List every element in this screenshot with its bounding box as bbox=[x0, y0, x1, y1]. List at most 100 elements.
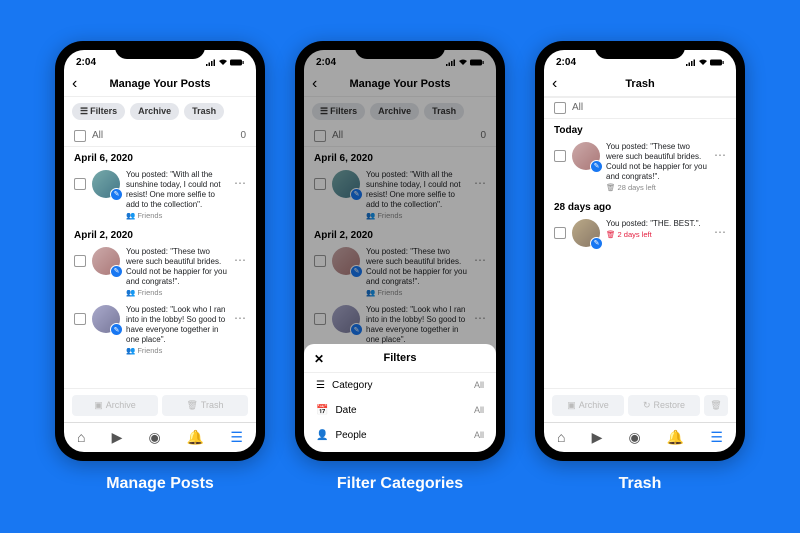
sheet-header: ✕ Filters bbox=[304, 344, 496, 373]
date-header: Today bbox=[544, 119, 736, 138]
action-bar: ▣Archive ↻Restore 🗑 bbox=[544, 388, 736, 422]
filter-value: All bbox=[474, 430, 484, 440]
post-text: You posted: "These two were such beautif… bbox=[606, 142, 708, 182]
filter-row-category[interactable]: ☰Category All bbox=[304, 373, 496, 398]
archive-button[interactable]: ▣Archive bbox=[552, 395, 624, 416]
nav-profile-icon[interactable]: ◉ bbox=[628, 429, 640, 446]
post-checkbox[interactable] bbox=[74, 178, 86, 190]
nav-home-icon[interactable]: ⌂ bbox=[77, 429, 85, 445]
phone-trash: 2:04 ‹ Trash All Today ✎ You posted: "Th… bbox=[535, 41, 745, 461]
date-header: April 6, 2020 bbox=[64, 147, 256, 166]
post-audience: Friends bbox=[137, 346, 162, 355]
status-time: 2:04 bbox=[76, 57, 96, 68]
chip-trash[interactable]: Trash bbox=[184, 103, 224, 120]
nav-menu-icon[interactable]: ☰ bbox=[230, 429, 243, 446]
phone-filter-categories: 2:04 ‹ Manage Your Posts ☰Filters Archiv… bbox=[295, 41, 505, 461]
battery-icon bbox=[710, 59, 724, 66]
friends-icon: 👥 bbox=[126, 288, 135, 297]
filter-icon: ☰ bbox=[80, 106, 88, 117]
back-button[interactable]: ‹ bbox=[72, 75, 77, 93]
post-item[interactable]: ✎ You posted: "These two were such beaut… bbox=[64, 243, 256, 301]
caption: Trash bbox=[619, 475, 662, 493]
post-type-icon: ✎ bbox=[110, 265, 123, 278]
signal-icon bbox=[206, 59, 216, 66]
post-text: You posted: "Look who I ran into in the … bbox=[126, 305, 228, 345]
post-checkbox[interactable] bbox=[74, 255, 86, 267]
post-checkbox[interactable] bbox=[554, 150, 566, 162]
post-checkbox[interactable] bbox=[74, 313, 86, 325]
status-icons bbox=[686, 59, 724, 66]
select-all-row[interactable]: All bbox=[544, 97, 736, 119]
nav-home-icon[interactable]: ⌂ bbox=[557, 429, 565, 445]
filter-chips: ☰Filters Archive Trash bbox=[64, 97, 256, 126]
back-button[interactable]: ‹ bbox=[552, 75, 557, 93]
avatar: ✎ bbox=[92, 305, 120, 333]
nav-notifications-icon[interactable]: 🔔 bbox=[187, 429, 204, 446]
filter-value: All bbox=[474, 380, 484, 390]
post-item[interactable]: ✎ You posted: "THE. BEST.". 🗑2 days left… bbox=[544, 215, 736, 251]
archive-icon: ▣ bbox=[567, 400, 576, 411]
nav-watch-icon[interactable]: ▶ bbox=[112, 429, 123, 446]
all-count: 0 bbox=[240, 130, 246, 141]
trash-icon: 🗑 bbox=[710, 400, 721, 411]
delete-button[interactable]: 🗑 bbox=[704, 395, 728, 416]
avatar: ✎ bbox=[92, 247, 120, 275]
friends-icon: 👥 bbox=[126, 211, 135, 220]
post-audience: Friends bbox=[137, 211, 162, 220]
post-checkbox[interactable] bbox=[554, 227, 566, 239]
select-all-checkbox[interactable] bbox=[74, 130, 86, 142]
status-icons bbox=[206, 59, 244, 66]
post-more-button[interactable]: ⋯ bbox=[234, 305, 246, 325]
trash-icon: 🗑 bbox=[186, 400, 197, 411]
restore-button[interactable]: ↻Restore bbox=[628, 395, 700, 416]
select-all-row[interactable]: All 0 bbox=[64, 126, 256, 147]
nav-watch-icon[interactable]: ▶ bbox=[592, 429, 603, 446]
action-bar: ▣Archive 🗑Trash bbox=[64, 388, 256, 422]
trash-button[interactable]: 🗑Trash bbox=[162, 395, 248, 416]
days-left: 28 days left bbox=[618, 183, 656, 192]
friends-icon: 👥 bbox=[126, 346, 135, 355]
nav-profile-icon[interactable]: ◉ bbox=[148, 429, 160, 446]
date-header: April 2, 2020 bbox=[64, 224, 256, 243]
post-type-icon: ✎ bbox=[110, 323, 123, 336]
all-label: All bbox=[92, 130, 103, 141]
signal-icon bbox=[686, 59, 696, 66]
post-text: You posted: "THE. BEST.". bbox=[606, 219, 708, 229]
chip-archive[interactable]: Archive bbox=[130, 103, 179, 120]
post-item[interactable]: ✎ You posted: "These two were such beaut… bbox=[544, 138, 736, 196]
post-type-icon: ✎ bbox=[590, 237, 603, 250]
filter-row-people[interactable]: 👤People All bbox=[304, 423, 496, 448]
select-all-checkbox[interactable] bbox=[554, 102, 566, 114]
calendar-icon: 📅 bbox=[316, 405, 328, 416]
post-more-button[interactable]: ⋯ bbox=[714, 142, 726, 162]
post-audience: Friends bbox=[137, 288, 162, 297]
phone-manage-posts: 2:04 ‹ Manage Your Posts ☰Filters Archiv… bbox=[55, 41, 265, 461]
trash-icon: 🗑 bbox=[606, 183, 616, 192]
post-item[interactable]: ✎ You posted: "With all the sunshine tod… bbox=[64, 166, 256, 224]
close-button[interactable]: ✕ bbox=[314, 352, 324, 366]
page-title: Manage Your Posts bbox=[109, 78, 210, 90]
archive-button[interactable]: ▣Archive bbox=[72, 395, 158, 416]
trash-list: Today ✎ You posted: "These two were such… bbox=[544, 119, 736, 388]
screen-header: ‹ Trash bbox=[544, 72, 736, 97]
post-more-button[interactable]: ⋯ bbox=[234, 247, 246, 267]
nav-menu-icon[interactable]: ☰ bbox=[710, 429, 723, 446]
filter-value: All bbox=[474, 405, 484, 415]
post-text: You posted: "With all the sunshine today… bbox=[126, 170, 228, 210]
post-more-button[interactable]: ⋯ bbox=[234, 170, 246, 190]
avatar: ✎ bbox=[572, 219, 600, 247]
bottom-nav: ⌂ ▶ ◉ 🔔 ☰ bbox=[544, 422, 736, 452]
battery-icon bbox=[230, 59, 244, 66]
chip-filters[interactable]: ☰Filters bbox=[72, 103, 125, 120]
wifi-icon bbox=[698, 59, 708, 66]
post-item[interactable]: ✎ You posted: "Look who I ran into in th… bbox=[64, 301, 256, 359]
avatar: ✎ bbox=[572, 142, 600, 170]
nav-notifications-icon[interactable]: 🔔 bbox=[667, 429, 684, 446]
date-header: 28 days ago bbox=[544, 196, 736, 215]
status-time: 2:04 bbox=[556, 57, 576, 68]
post-type-icon: ✎ bbox=[110, 188, 123, 201]
post-type-icon: ✎ bbox=[590, 160, 603, 173]
filter-row-date[interactable]: 📅Date All bbox=[304, 398, 496, 423]
screen-header: ‹ Manage Your Posts bbox=[64, 72, 256, 97]
post-more-button[interactable]: ⋯ bbox=[714, 219, 726, 239]
